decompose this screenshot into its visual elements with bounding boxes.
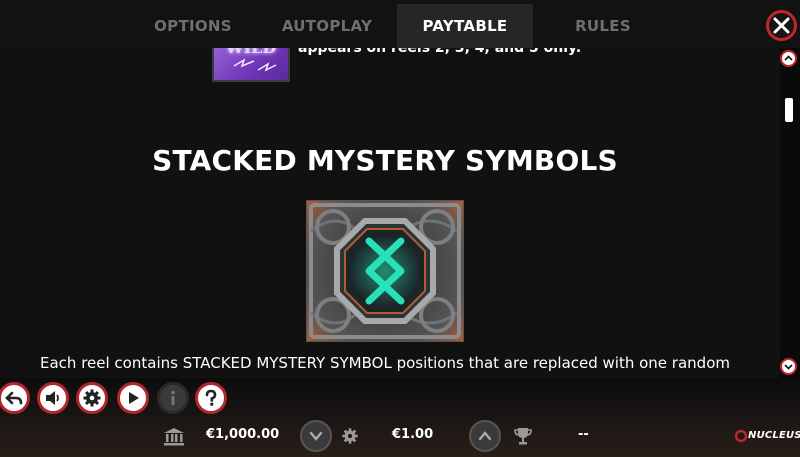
bank-icon xyxy=(164,428,184,446)
lightning-decoration xyxy=(233,58,277,72)
bottom-bar: €1,000.00 €1.00 -- NUCLEUS xyxy=(0,378,800,457)
section-description: Each reel contains STACKED MYSTERY SYMBO… xyxy=(40,354,730,372)
info-icon xyxy=(171,390,175,405)
autoplay-button[interactable] xyxy=(117,382,149,414)
tab-rules[interactable]: RULES xyxy=(548,4,658,48)
balance-value: €1,000.00 xyxy=(206,427,280,442)
settings-button[interactable] xyxy=(76,382,108,414)
chevron-down-icon xyxy=(309,431,323,441)
back-arrow-icon xyxy=(5,391,23,405)
speaker-icon xyxy=(46,391,59,405)
sound-button[interactable] xyxy=(37,382,69,414)
bet-gear-icon xyxy=(342,428,358,444)
mystery-symbol-image xyxy=(306,200,464,342)
scroll-up-button[interactable] xyxy=(780,50,797,67)
chevron-down-icon xyxy=(784,364,793,370)
tab-bar: OPTIONS AUTOPLAY PAYTABLE RULES xyxy=(0,0,800,48)
paytable-content: WILD appears on reels 2, 3, 4, and 5 onl… xyxy=(0,48,780,378)
bet-value: €1.00 xyxy=(392,427,434,442)
tab-autoplay[interactable]: AUTOPLAY xyxy=(262,4,392,48)
bet-increase-button[interactable] xyxy=(469,420,501,452)
brand-logo: NUCLEUS xyxy=(748,430,800,441)
help-button[interactable] xyxy=(195,382,227,414)
wild-description: appears on reels 2, 3, 4, and 5 only. xyxy=(298,48,582,56)
info-button[interactable] xyxy=(157,382,189,414)
question-icon xyxy=(205,389,217,406)
win-value: -- xyxy=(578,427,589,442)
nucleus-logo-icon xyxy=(735,430,747,442)
celtic-rune-icon xyxy=(309,203,461,339)
tab-paytable[interactable]: PAYTABLE xyxy=(397,4,533,48)
bet-decrease-button[interactable] xyxy=(300,420,332,452)
play-icon xyxy=(129,392,139,404)
back-button[interactable] xyxy=(0,382,30,414)
scroll-down-button[interactable] xyxy=(780,358,797,375)
gear-icon xyxy=(83,389,101,407)
trophy-icon xyxy=(514,428,532,445)
close-button[interactable] xyxy=(766,10,797,41)
scrollbar-thumb[interactable] xyxy=(785,97,793,122)
chevron-up-icon xyxy=(478,431,492,441)
close-icon xyxy=(773,17,790,34)
section-title: STACKED MYSTERY SYMBOLS xyxy=(152,144,618,177)
tab-options[interactable]: OPTIONS xyxy=(138,4,248,48)
wild-symbol-image: WILD xyxy=(212,48,290,82)
chevron-up-icon xyxy=(784,55,793,61)
